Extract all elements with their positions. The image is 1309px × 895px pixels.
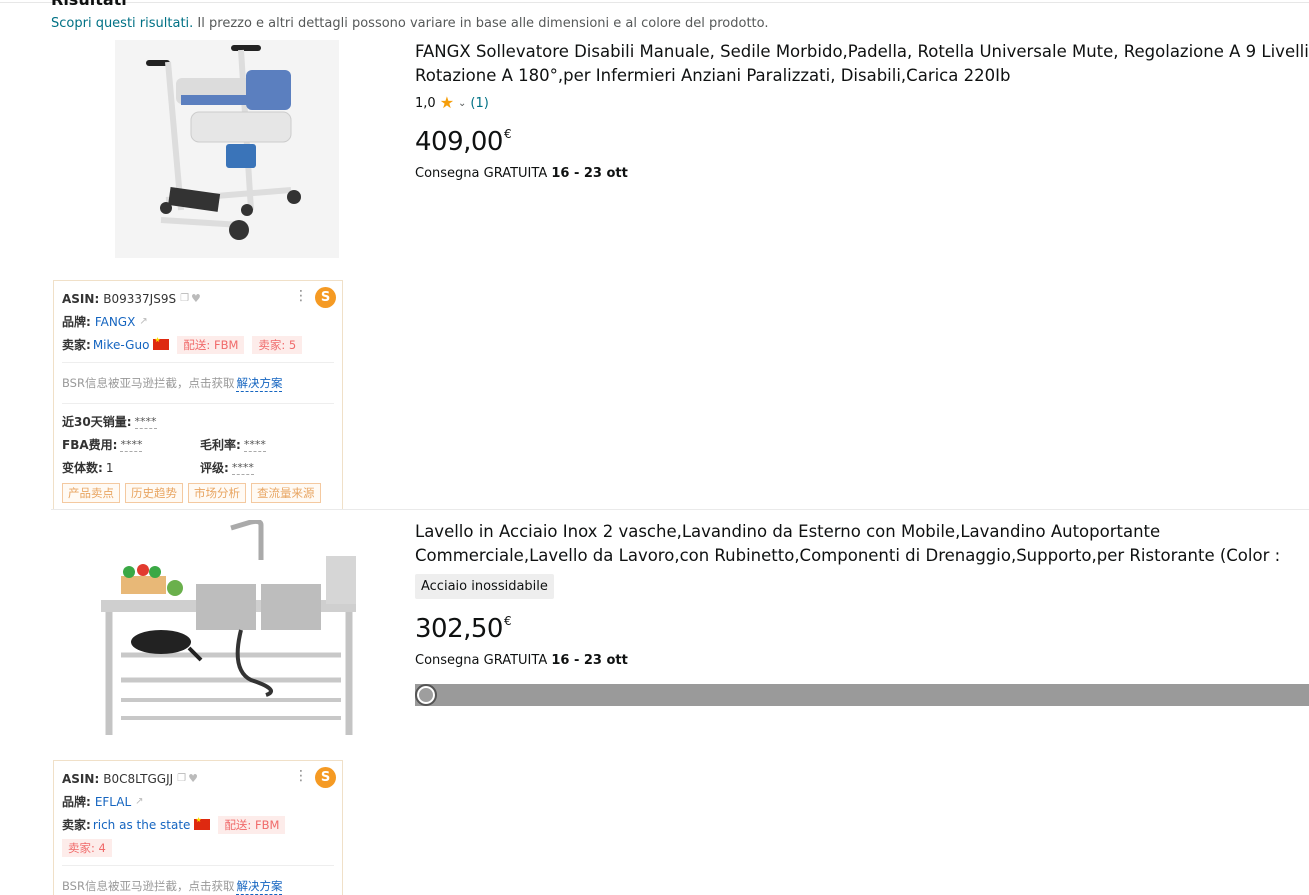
sales30-value[interactable]: **** (134, 415, 157, 429)
variant-tag[interactable]: Acciaio inossidabile (415, 574, 554, 599)
chevron-down-icon[interactable]: ⌄ (458, 98, 466, 109)
panel-divider (62, 362, 334, 363)
asin-label: ASIN: (62, 771, 100, 786)
product-title[interactable]: FANGX Sollevatore Disabili Manuale, Sedi… (415, 40, 1309, 88)
product-image[interactable] (51, 520, 403, 738)
more-vertical-icon[interactable]: ⋮ (294, 289, 308, 303)
bsr-blocked-text: BSR信息被亚马逊拦截，点击获取 (62, 376, 235, 390)
grade-label: 评级: (200, 461, 229, 475)
sales30-label: 近30天销量: (62, 415, 132, 429)
margin-label: 毛利率: (200, 438, 241, 452)
panel-divider (62, 865, 334, 866)
seller-label: 卖家: (62, 818, 91, 832)
asin-label: ASIN: (62, 291, 100, 306)
delivery-prefix: Consegna GRATUITA (415, 653, 552, 668)
fulfillment-badge: 配送: FBM (177, 335, 245, 354)
margin-value[interactable]: **** (243, 438, 266, 452)
price-currency: € (503, 127, 512, 141)
variants-label: 变体数: (62, 461, 103, 475)
heart-icon[interactable]: ♥ (191, 292, 201, 305)
results-note: Il prezzo e altri dettagli possono varia… (193, 16, 769, 31)
color-swatches (415, 684, 1309, 706)
extension-panel: ⋮ S ASIN: B0C8LTGGJJ ❐ ♥ 品牌: EFLAL ↗ 卖家:… (53, 760, 343, 895)
results-subtitle: Scopri questi risultati. Il prezzo e alt… (51, 16, 769, 31)
external-link-icon[interactable]: ↗ (135, 796, 143, 807)
product-image[interactable] (51, 40, 403, 258)
panel-divider (62, 403, 334, 404)
external-link-icon[interactable]: ↗ (139, 316, 147, 327)
bsr-blocked-text: BSR信息被亚马逊拦截，点击获取 (62, 879, 235, 893)
tag-market-analysis[interactable]: 市场分析 (188, 483, 246, 503)
delivery-dates: 16 - 23 ott (551, 653, 628, 668)
sellers-count-badge: 卖家: 5 (252, 335, 303, 354)
tag-traffic-source[interactable]: 查流量来源 (251, 483, 321, 503)
fba-fee-value[interactable]: **** (120, 438, 143, 452)
rating-row: 1,0 ★ ⌄ (1) (415, 94, 1309, 112)
brand-label: 品牌: (62, 315, 91, 329)
rating-count-link[interactable]: (1) (470, 96, 488, 111)
bsr-solution-link[interactable]: 解决方案 (236, 375, 283, 392)
price-amount: 302,50 (415, 614, 503, 644)
china-flag-icon (153, 336, 170, 350)
price[interactable]: 302,50€ (415, 605, 1309, 645)
delivery-dates: 16 - 23 ott (551, 166, 628, 181)
color-swatch[interactable] (443, 686, 461, 704)
delivery-info: Consegna GRATUITA 16 - 23 ott (415, 653, 1309, 668)
bsr-solution-link[interactable]: 解决方案 (236, 878, 283, 895)
extension-logo-icon[interactable]: S (315, 287, 336, 308)
tag-history-trend[interactable]: 历史趋势 (125, 483, 183, 503)
heart-icon[interactable]: ♥ (188, 772, 198, 785)
asin-value: B09337JS9S (103, 291, 177, 306)
extension-logo-icon[interactable]: S (315, 767, 336, 788)
product-title[interactable]: Lavello in Acciaio Inox 2 vasche,Lavandi… (415, 520, 1309, 568)
rating-value: 1,0 (415, 95, 436, 111)
color-swatch-selected[interactable] (415, 684, 437, 706)
product-card: ⋮ S ASIN: B09337JS9S ❐ ♥ 品牌: FANGX ↗ 卖家:… (51, 40, 1309, 510)
seller-link[interactable]: Mike-Guo (93, 338, 150, 352)
delivery-info: Consegna GRATUITA 16 - 23 ott (415, 166, 1309, 181)
price-amount: 409,00 (415, 127, 503, 157)
seller-label: 卖家: (62, 338, 91, 352)
fba-fee-label: FBA费用: (62, 438, 118, 452)
grade-value[interactable]: **** (231, 461, 254, 475)
asin-value: B0C8LTGGJJ (103, 771, 174, 786)
more-vertical-icon[interactable]: ⋮ (294, 769, 308, 783)
brand-label: 品牌: (62, 795, 91, 809)
price[interactable]: 409,00€ (415, 118, 1309, 158)
brand-link[interactable]: EFLAL (95, 795, 131, 809)
seller-link[interactable]: rich as the state (93, 818, 191, 832)
copy-icon[interactable]: ❐ (177, 773, 186, 784)
top-divider (0, 2, 1309, 3)
sellers-count-badge: 卖家: 4 (62, 838, 112, 857)
brand-link[interactable]: FANGX (95, 315, 136, 329)
results-heading: Risultati (51, 0, 127, 9)
card-divider (51, 509, 1309, 510)
delivery-prefix: Consegna GRATUITA (415, 166, 552, 181)
copy-icon[interactable]: ❐ (180, 293, 189, 304)
variants-value: 1 (105, 460, 114, 475)
tag-product-highlights[interactable]: 产品卖点 (62, 483, 120, 503)
fulfillment-badge: 配送: FBM (218, 815, 286, 834)
extension-panel: ⋮ S ASIN: B09337JS9S ❐ ♥ 品牌: FANGX ↗ 卖家:… (53, 280, 343, 510)
price-currency: € (503, 614, 512, 628)
discover-results-link[interactable]: Scopri questi risultati. (51, 16, 193, 31)
china-flag-icon (194, 816, 211, 830)
star-icon[interactable]: ★ (440, 95, 454, 111)
product-card: ⋮ S ASIN: B0C8LTGGJJ ❐ ♥ 品牌: EFLAL ↗ 卖家:… (51, 520, 1309, 895)
